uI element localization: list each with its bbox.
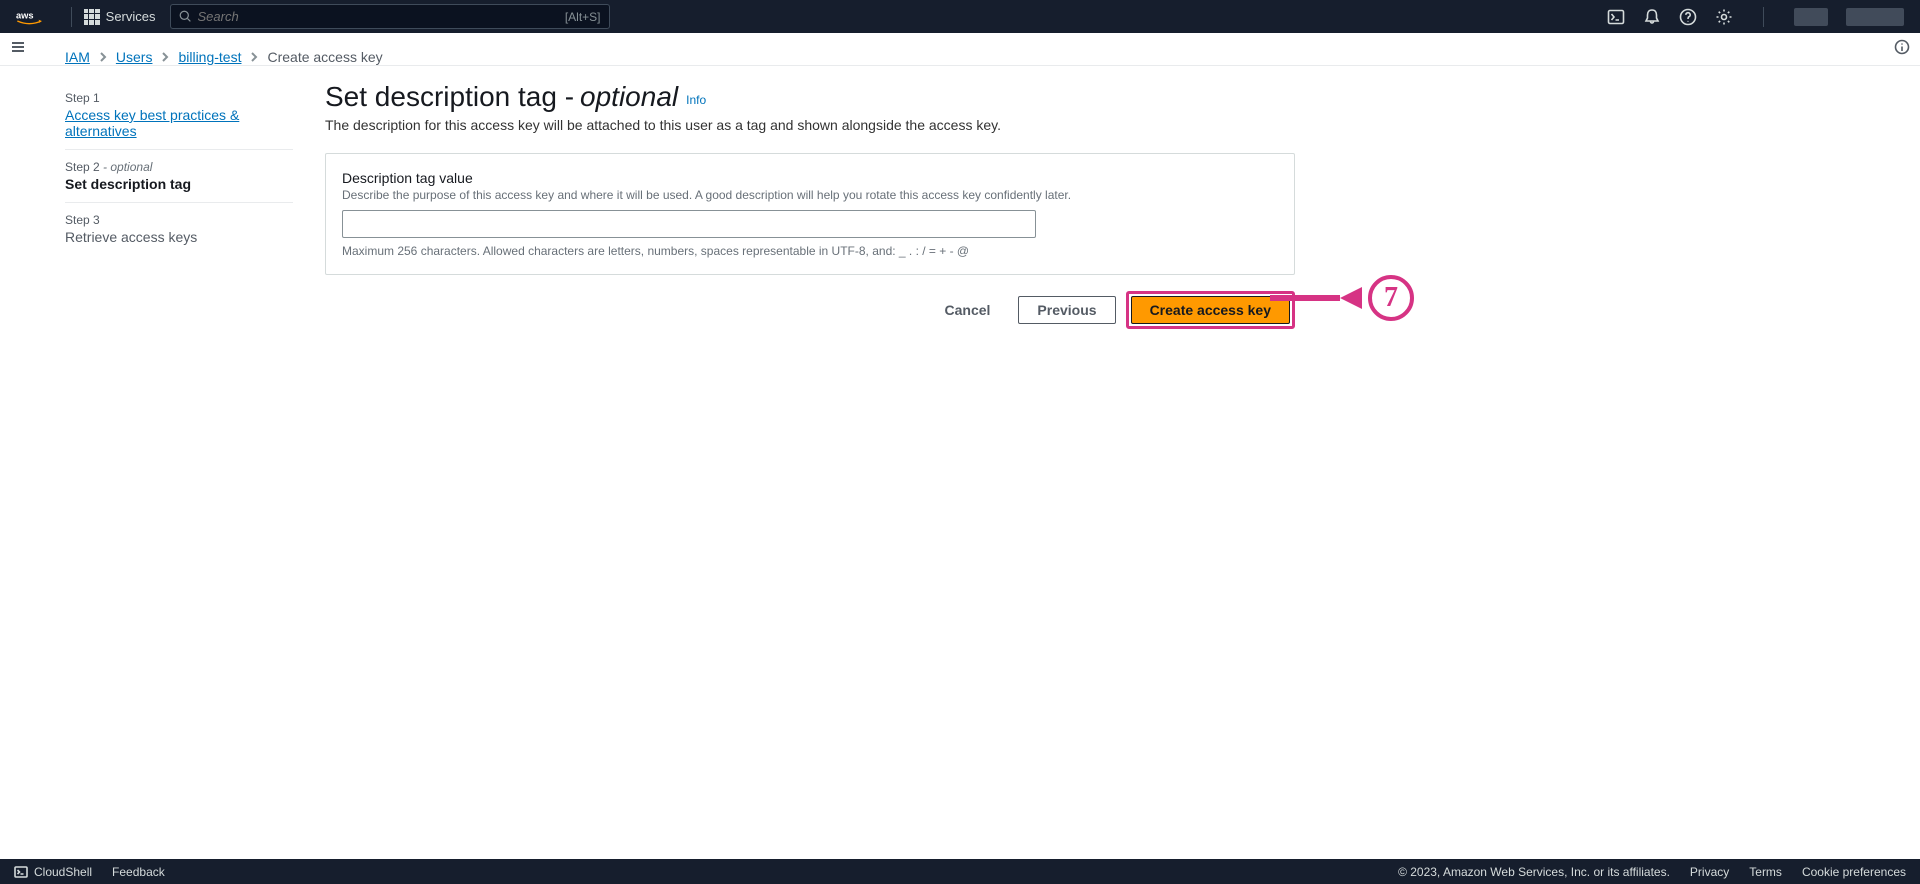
field-label: Description tag value	[342, 170, 1278, 186]
create-access-key-button[interactable]: Create access key	[1131, 296, 1290, 324]
step-3: Step 3 Retrieve access keys	[65, 203, 293, 255]
breadcrumb-iam[interactable]: IAM	[65, 49, 90, 65]
services-label: Services	[106, 9, 156, 24]
feedback-link[interactable]: Feedback	[112, 865, 165, 879]
side-panel-toggle[interactable]	[10, 39, 26, 60]
step-number: Step 1	[65, 91, 293, 105]
divider	[71, 7, 72, 27]
account-menu[interactable]	[1846, 8, 1904, 26]
annotation-arrow: 7	[1270, 275, 1414, 321]
breadcrumb-user[interactable]: billing-test	[178, 49, 241, 65]
search-input[interactable]	[198, 9, 565, 24]
info-link[interactable]: Info	[686, 93, 706, 107]
chevron-right-icon	[98, 49, 108, 65]
terms-link[interactable]: Terms	[1749, 865, 1782, 879]
breadcrumb-current: Create access key	[267, 49, 382, 65]
step-title: Retrieve access keys	[65, 229, 293, 245]
help-icon[interactable]	[1679, 8, 1697, 26]
services-menu[interactable]: Services	[84, 9, 156, 25]
top-navbar: aws Services [Alt+S]	[0, 0, 1920, 33]
cloudshell-link[interactable]: CloudShell	[14, 865, 92, 879]
wizard-steps: Step 1 Access key best practices & alter…	[65, 81, 293, 329]
action-row: Cancel Previous Create access key	[325, 291, 1295, 329]
divider	[1763, 7, 1764, 27]
breadcrumb-users[interactable]: Users	[116, 49, 153, 65]
footer: CloudShell Feedback © 2023, Amazon Web S…	[0, 859, 1920, 884]
chevron-right-icon	[160, 49, 170, 65]
page-description: The description for this access key will…	[325, 117, 1295, 133]
breadcrumb: IAM Users billing-test Create access key	[65, 49, 1855, 65]
copyright: © 2023, Amazon Web Services, Inc. or its…	[1398, 865, 1670, 879]
step-number: Step 2 - optional	[65, 160, 293, 174]
step-title: Set description tag	[65, 176, 293, 192]
svg-text:aws: aws	[16, 10, 34, 20]
aws-logo[interactable]: aws	[16, 9, 43, 25]
annotation-number: 7	[1368, 275, 1414, 321]
global-search[interactable]: [Alt+S]	[170, 4, 610, 29]
notifications-icon[interactable]	[1643, 8, 1661, 26]
settings-icon[interactable]	[1715, 8, 1733, 26]
field-constraint: Maximum 256 characters. Allowed characte…	[342, 244, 1278, 258]
field-help: Describe the purpose of this access key …	[342, 188, 1278, 202]
search-icon	[179, 10, 192, 23]
form-card: Description tag value Describe the purpo…	[325, 153, 1295, 275]
previous-button[interactable]: Previous	[1018, 296, 1115, 324]
main-content: IAM Users billing-test Create access key…	[33, 33, 1887, 859]
step-2: Step 2 - optional Set description tag	[65, 150, 293, 203]
page-title: Set description tag - optional Info	[325, 81, 1295, 113]
topnav-right	[1607, 7, 1904, 27]
search-shortcut: [Alt+S]	[565, 10, 601, 24]
chevron-right-icon	[249, 49, 259, 65]
region-selector[interactable]	[1794, 8, 1828, 26]
step-1[interactable]: Step 1 Access key best practices & alter…	[65, 81, 293, 150]
step-title-link[interactable]: Access key best practices & alternatives	[65, 107, 239, 139]
cookie-prefs-link[interactable]: Cookie preferences	[1802, 865, 1906, 879]
description-tag-input[interactable]	[342, 210, 1036, 238]
privacy-link[interactable]: Privacy	[1690, 865, 1729, 879]
cancel-button[interactable]: Cancel	[927, 296, 1009, 324]
cloudshell-icon[interactable]	[1607, 8, 1625, 26]
panel: Set description tag - optional Info The …	[325, 81, 1295, 329]
help-panel-toggle[interactable]	[1894, 39, 1910, 60]
grid-icon	[84, 9, 100, 25]
step-number: Step 3	[65, 213, 293, 227]
